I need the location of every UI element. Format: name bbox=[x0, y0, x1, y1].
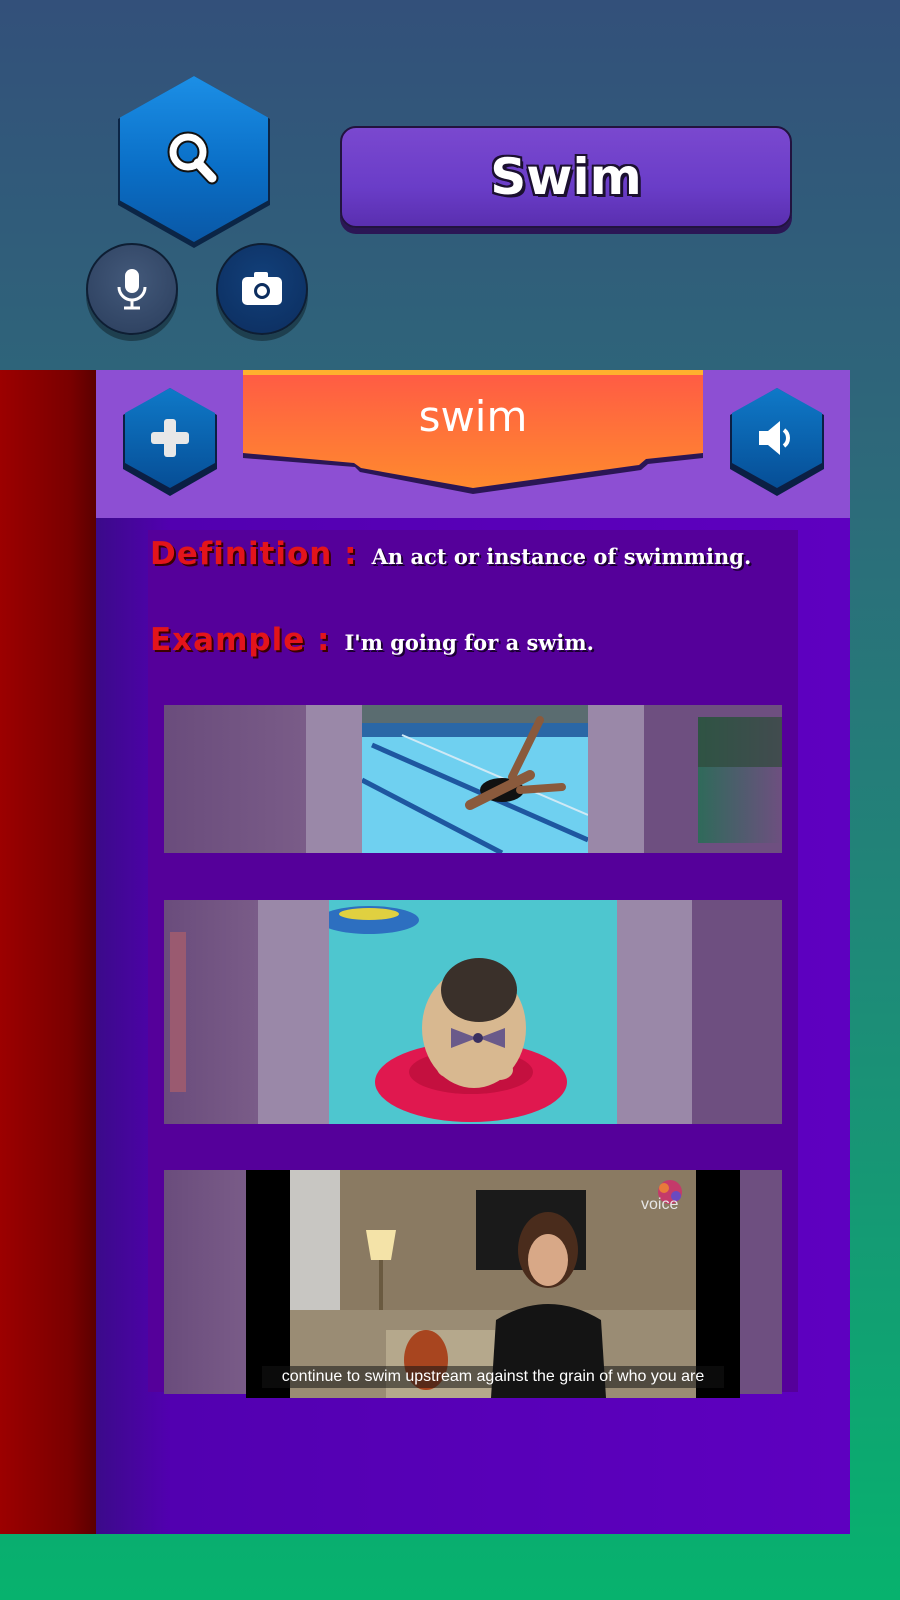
camera-icon bbox=[242, 272, 282, 305]
banner-word: swim bbox=[418, 392, 528, 441]
media-carousel-1[interactable] bbox=[164, 705, 782, 853]
pool-dive-image[interactable] bbox=[362, 705, 588, 853]
definition-row: Definition : An act or instance of swimm… bbox=[150, 536, 751, 572]
example-label: Example : bbox=[150, 622, 331, 658]
plus-icon bbox=[151, 419, 189, 457]
carousel-side bbox=[164, 705, 306, 853]
definition-label: Definition : bbox=[150, 536, 358, 572]
previous-thumbnail[interactable] bbox=[170, 932, 186, 1092]
definition-text: An act or instance of swimming. bbox=[371, 544, 752, 569]
example-row: Example : I'm going for a swim. bbox=[150, 622, 594, 658]
search-icon bbox=[167, 131, 219, 185]
search-word-display[interactable]: Swim bbox=[340, 126, 792, 228]
video-logo: voice bbox=[641, 1196, 679, 1213]
video-caption: continue to swim upstream against the gr… bbox=[262, 1366, 724, 1388]
river-image-thumbnail[interactable] bbox=[698, 717, 782, 843]
carousel-side bbox=[740, 1170, 782, 1394]
microphone-button[interactable] bbox=[86, 243, 178, 335]
example-text: I'm going for a swim. bbox=[344, 630, 594, 655]
left-side-panel bbox=[0, 370, 100, 1534]
pug-in-pool-image[interactable] bbox=[329, 900, 617, 1124]
media-carousel-2[interactable] bbox=[164, 900, 782, 1124]
carousel-side bbox=[164, 1170, 248, 1394]
microphone-icon bbox=[117, 269, 147, 310]
speaker-icon bbox=[759, 421, 790, 455]
camera-button[interactable] bbox=[216, 243, 308, 335]
carousel-side bbox=[692, 900, 782, 1124]
search-word-text: Swim bbox=[490, 148, 642, 206]
